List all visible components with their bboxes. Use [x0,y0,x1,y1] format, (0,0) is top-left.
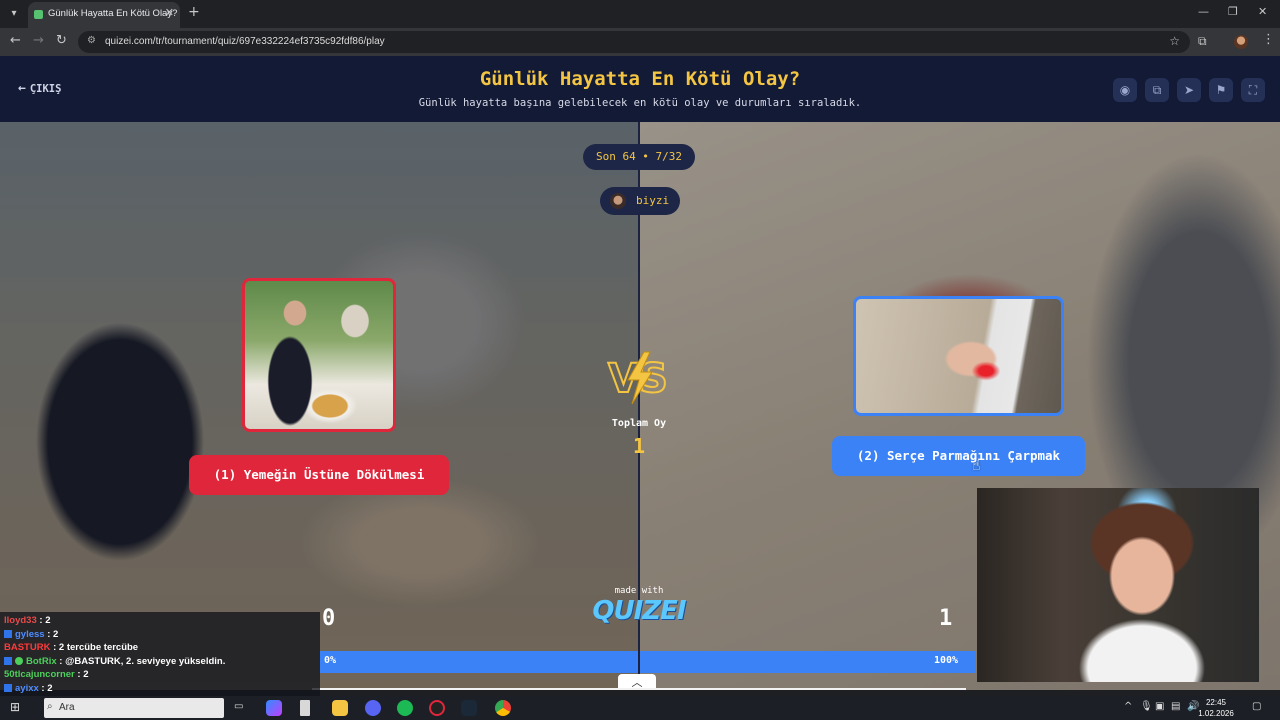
back-icon[interactable]: ← [10,33,21,48]
flag-icon[interactable]: ⚑ [1209,78,1233,102]
quiz-subtitle: Günlük hayatta başına gelebilecek en köt… [418,97,862,109]
start-icon[interactable]: ⊞ [10,700,20,714]
progress-left-percent: 0% [324,655,337,666]
chrome-icon[interactable] [495,700,511,716]
chat-message: gyless : 2 [4,629,58,640]
file-icon[interactable] [300,700,310,716]
choice-left-button[interactable]: (1) Yemeğin Üstüne Dökülmesi [189,455,449,495]
spotify-icon[interactable] [397,700,413,716]
stream-chat-overlay: lloyd33 : 2 gyless : 2 BASTURK : 2 tercübe… [0,612,320,696]
chat-message: 50tlcajuncorner : 2 [4,669,88,680]
hand-cursor-icon: ☝ [972,458,981,474]
choice-right-button[interactable]: (2) Serçe Parmağını Çarpmak [832,436,1085,476]
chat-text: : 2 [74,669,89,680]
round-badge: Son 64 • 7/32 [583,144,695,170]
site-info-icon[interactable]: ⚙ [87,35,96,46]
choice-right-image[interactable] [853,296,1064,416]
avatar [610,193,626,209]
exit-button[interactable]: ← ÇIKIŞ [18,81,61,96]
quizei-logo[interactable]: QUIZEI [589,596,689,626]
arrow-left-icon: ← [18,81,26,96]
taskbar-search[interactable]: ⌕ Ara [44,698,224,718]
chat-message: BotRix : @BASTURK, 2. seviyeye yükseldin… [4,656,225,667]
bottom-panel-edge [312,688,966,690]
chat-username[interactable]: 50tlcajuncorner [4,669,75,680]
url-text[interactable]: quizei.com/tr/tournament/quiz/697e332224… [105,36,385,47]
chat-badge-icon [4,656,12,665]
chat-username[interactable]: lloyd33 [4,615,37,626]
address-bar[interactable]: ⚙ quizei.com/tr/tournament/quiz/697e3322… [78,31,1190,53]
copilot-icon[interactable] [266,700,282,716]
copy-icon[interactable]: ⧉ [1145,78,1169,102]
vote-progress-bar: 0% 100% [320,651,976,673]
player-badge: biyzi [600,187,680,215]
progress-right-percent: 100% [934,655,959,666]
bookmark-star-icon[interactable]: ☆ [1169,34,1180,48]
chat-username[interactable]: BotRix [26,656,57,667]
chat-message: ayixx : 2 [4,683,53,694]
eye-icon[interactable]: ◉ [1113,78,1137,102]
minimize-icon[interactable]: — [1198,5,1209,18]
score-left: 0 [322,606,336,631]
total-votes-label: Toplam Oy [611,418,667,429]
chat-username[interactable]: gyless [15,629,45,640]
chevron-up-icon[interactable]: ^ [1124,701,1132,712]
chat-message: BASTURK : 2 tercübe tercübe [4,642,138,653]
chat-badge-icon [4,683,12,692]
webcam-tray-icon[interactable]: ▣ [1155,701,1164,712]
folder-icon[interactable] [332,700,348,716]
bot-badge-icon [15,656,23,665]
chat-message: lloyd33 : 2 [4,615,50,626]
microphone-icon[interactable]: 🎙 [1140,701,1153,712]
browser-toolbar: ← → ↻ ⚙ quizei.com/tr/tournament/quiz/69… [0,28,1280,56]
quiz-header: ← ÇIKIŞ Günlük Hayatta En Kötü Olay? Günl… [0,56,1280,122]
close-tab-icon[interactable]: ✕ [165,6,174,19]
forward-icon[interactable]: → [33,33,44,48]
quiz-title: Günlük Hayatta En Kötü Olay? [479,68,801,90]
steam-icon[interactable] [461,700,477,716]
total-votes-value: 1 [632,434,646,458]
tab-title: Günlük Hayatta En Kötü Olay? [48,8,178,19]
new-tab-icon[interactable]: + [188,4,200,20]
discord-icon[interactable] [365,700,381,716]
webcam-overlay [977,488,1259,682]
reload-icon[interactable]: ↻ [56,33,67,48]
notification-icon[interactable]: ▢ [1252,701,1261,712]
chat-username[interactable]: ayixx [15,683,39,694]
chat-text: : 2 tercübe tercübe [50,642,139,653]
share-icon[interactable]: ➤ [1177,78,1201,102]
chat-badge-icon [4,629,12,638]
browser-menu-icon[interactable]: ⋮ [1262,32,1275,47]
player-name: biyzi [636,194,670,207]
chat-text: : 2 [38,682,53,694]
search-icon: ⌕ [47,701,53,712]
profile-avatar[interactable] [1234,35,1248,49]
taskbar-clock[interactable]: 22:45 1.02.2026 [1196,697,1236,719]
browser-tab[interactable]: Günlük Hayatta En Kötü Olay? ✕ [28,2,180,28]
fullscreen-icon[interactable]: ⛶ [1241,78,1265,102]
windows-taskbar: ⊞ ⌕ Ara ▭ ^ 🎙 ▣ ▤ 🔊 22:45 1.02.2026 ▢ [0,696,1280,720]
quizei-favicon-icon [34,10,43,19]
task-view-icon[interactable]: ▭ [234,701,243,712]
score-right: 1 [939,606,953,631]
chat-username[interactable]: BASTURK [4,642,50,653]
choice-left-image[interactable] [242,278,396,432]
vs-lightning-icon: VS [607,351,669,405]
close-window-icon[interactable]: ✕ [1258,5,1267,18]
made-with-label: made with [614,586,664,596]
restore-icon[interactable]: ❐ [1228,5,1238,18]
extensions-icon[interactable]: ⧉ [1198,34,1207,49]
tab-list-chevron-icon[interactable]: ▾ [6,6,22,22]
chat-text: : @BASTURK, 2. seviyeye yükseldin. [56,655,226,667]
chat-text: : 2 [44,628,59,640]
chat-text: : 2 [36,615,51,626]
network-icon[interactable]: ▤ [1171,701,1180,712]
obs-icon[interactable] [429,700,445,716]
browser-tabbar: ▾ Günlük Hayatta En Kötü Olay? ✕ + — ❐ ✕ [0,0,1280,28]
